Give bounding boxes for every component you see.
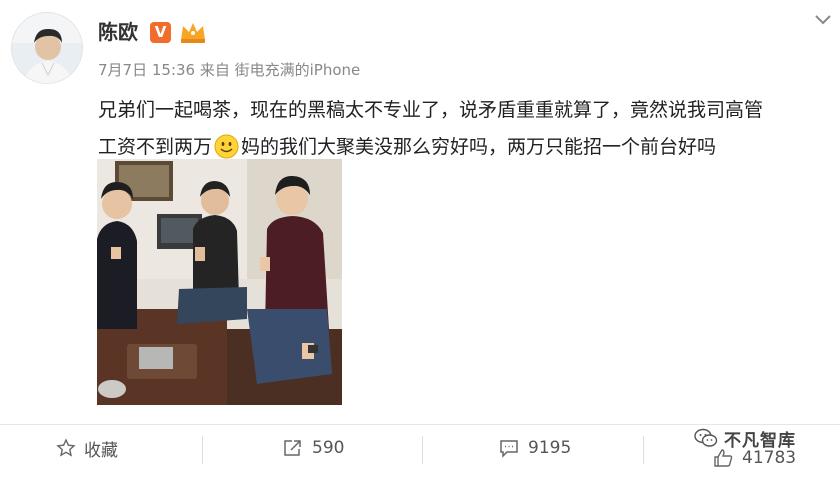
comment-icon: [500, 440, 518, 458]
post-timestamp[interactable]: 7月7日 15:36: [98, 61, 195, 79]
post-text: 兄弟们一起喝茶，现在的黑稿太不专业了，说矛盾重重就算了，竟然说我司高管 工资不到…: [98, 92, 818, 166]
thumbs-up-icon: [714, 449, 733, 467]
author-name[interactable]: 陈欧: [98, 20, 138, 44]
watermark-text: 不凡智库: [724, 430, 796, 451]
post-text-segment-a: 工资不到两万: [98, 136, 213, 158]
favorite-label: 收藏: [84, 440, 118, 461]
repost-count: 590: [312, 438, 345, 458]
repost-button[interactable]: 590: [282, 428, 344, 468]
comment-button[interactable]: 9195: [498, 428, 571, 468]
avatar[interactable]: [12, 13, 82, 83]
action-separator: [643, 436, 644, 464]
smile-emoji-icon: [214, 134, 239, 159]
comment-count: 9195: [528, 438, 572, 458]
action-bar-divider: [0, 424, 840, 425]
action-separator: [202, 436, 203, 464]
post-meta: 7月7日 15:36 来自 街电充满的iPhone: [98, 60, 360, 80]
favorite-button[interactable]: 收藏: [56, 428, 118, 468]
chevron-down-icon[interactable]: [814, 14, 832, 26]
post-text-line-1: 兄弟们一起喝茶，现在的黑稿太不专业了，说矛盾重重就算了，竟然说我司高管: [98, 99, 764, 121]
repost-icon: [284, 440, 301, 456]
post-photo[interactable]: [97, 159, 342, 405]
wechat-icon: [694, 428, 718, 447]
star-icon: [56, 438, 76, 457]
verified-badge-icon: V: [150, 22, 171, 43]
like-count: 41783: [742, 448, 797, 468]
action-separator: [422, 436, 423, 464]
member-crown-icon[interactable]: [178, 20, 208, 44]
wechat-watermark: 不凡智库: [694, 428, 796, 451]
post-source[interactable]: 来自 街电充满的iPhone: [200, 61, 360, 79]
avatar-image: [12, 13, 82, 83]
post-photo-image: [97, 159, 342, 405]
post-text-segment-b: 妈的我们大聚美没那么穷好吗，两万只能招一个前台好吗: [241, 136, 717, 158]
